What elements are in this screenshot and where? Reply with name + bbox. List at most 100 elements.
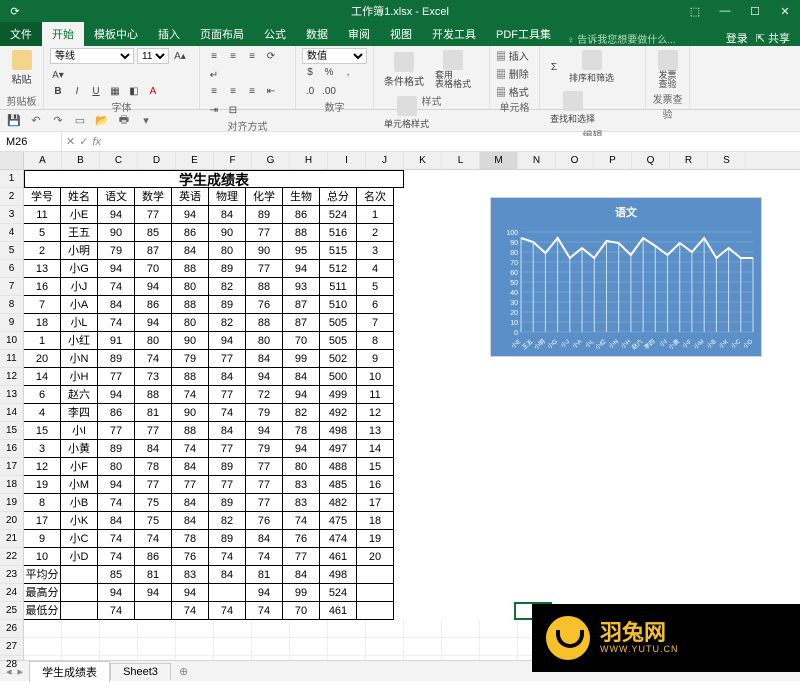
delete-cells-button[interactable]: ▦ 删除 [496,66,529,81]
svg-text:80: 80 [510,250,518,257]
tab-formulas[interactable]: 公式 [254,22,296,46]
underline-button[interactable]: U [88,83,104,99]
find-select-button[interactable]: 查找和选择 [546,89,599,127]
qat-redo-button[interactable]: ↷ [50,113,66,129]
ribbon-tabs: 文件 开始 模板中心 插入 页面布局 公式 数据 审阅 视图 开发工具 PDF工… [0,22,800,46]
group-clipboard-label: 剪贴板 [6,93,37,108]
svg-text:70: 70 [510,260,518,267]
qat-print-button[interactable]: 🖶 [116,113,132,129]
formula-input[interactable] [105,136,800,148]
select-all-corner[interactable] [0,152,23,170]
name-box[interactable]: M26 [0,132,62,151]
align-right-button[interactable]: ≡ [244,83,260,99]
format-cells-button[interactable]: ▦ 格式 [496,84,529,99]
row-headers[interactable]: 1234567891011121314151617181920212223242… [0,152,24,660]
add-sheet-button[interactable]: ⊕ [171,665,196,678]
autosum-button[interactable]: Σ [546,59,562,75]
sort-filter-button[interactable]: 排序和筛选 [565,48,618,86]
tell-me-input[interactable]: ♀ 告诉我您想要做什么... [561,31,682,46]
cancel-formula-icon[interactable]: ✕ [66,135,75,148]
align-left-button[interactable]: ≡ [206,83,222,99]
invoice-button[interactable]: 发票 查验 [652,48,683,91]
indent-inc-button[interactable]: ⇥ [206,102,222,118]
share-button[interactable]: ⇱ 共享 [756,30,790,46]
font-size-select[interactable]: 11 [137,48,169,64]
watermark-name: 羽兔网 [600,622,679,644]
conditional-format-button[interactable]: 条件格式 [380,50,428,90]
align-bottom-button[interactable]: ≡ [244,48,260,64]
qat-more-button[interactable]: ▾ [138,113,154,129]
indent-dec-button[interactable]: ⇤ [263,83,279,99]
svg-text:40: 40 [510,290,518,297]
italic-button[interactable]: I [69,83,85,99]
tab-view[interactable]: 视图 [380,22,422,46]
signin-link[interactable]: 登录 [726,30,748,46]
svg-text:小D: 小D [741,337,755,350]
currency-button[interactable]: $ [302,64,318,80]
wrap-text-button[interactable]: ↵ [206,67,222,83]
tab-template[interactable]: 模板中心 [84,22,148,46]
svg-text:50: 50 [510,280,518,287]
inc-decimal-button[interactable]: .0 [302,83,318,99]
svg-text:60: 60 [510,270,518,277]
border-button[interactable]: ▦ [107,83,123,99]
tab-data[interactable]: 数据 [296,22,338,46]
fill-color-button[interactable]: ◧ [126,83,142,99]
tab-insert[interactable]: 插入 [148,22,190,46]
autosave-icon: ⟳ [6,2,24,20]
embedded-chart[interactable]: 语文 0102030405060708090100小E王五小明小G小J小A小L小… [490,197,762,357]
svg-text:小F: 小F [681,337,694,350]
align-center-button[interactable]: ≡ [225,83,241,99]
svg-text:赵六: 赵六 [630,337,644,351]
chart-plot-area: 0102030405060708090100小E王五小明小G小J小A小L小红小N… [491,222,763,358]
svg-text:100: 100 [506,230,518,237]
svg-text:90: 90 [510,240,518,247]
tab-file[interactable]: 文件 [0,22,42,46]
qat-undo-button[interactable]: ↶ [28,113,44,129]
paste-button[interactable]: 粘贴 [6,48,37,88]
percent-button[interactable]: % [321,64,337,80]
tab-layout[interactable]: 页面布局 [190,22,254,46]
enter-formula-icon[interactable]: ✓ [79,135,88,148]
ribbon-options-button[interactable]: ⬚ [680,0,710,22]
number-format-select[interactable]: 数值 [302,48,367,64]
comma-button[interactable]: , [340,64,356,80]
merge-button[interactable]: ⊟ [225,102,241,118]
group-number-label: 数字 [302,99,367,114]
qat-save-button[interactable]: 💾 [6,113,22,129]
minimize-button[interactable]: — [710,0,740,22]
chart-title: 语文 [491,198,761,222]
title-bar: ⟳ 工作簿1.xlsx - Excel ⬚ — ☐ ✕ [0,0,800,22]
font-color-button[interactable]: A [145,83,161,99]
close-button[interactable]: ✕ [770,0,800,22]
qat-open-button[interactable]: 📂 [94,113,110,129]
sheet-nav-first[interactable]: ◂ [4,665,14,678]
svg-text:20: 20 [510,310,518,317]
sheet-nav-last[interactable]: ▸ [16,665,26,678]
column-headers[interactable]: ABCDEFGHIJKLMNOPQRS [24,152,800,170]
table-format-button[interactable]: 套用 表格格式 [431,48,475,91]
align-top-button[interactable]: ≡ [206,48,222,64]
formula-bar: M26 ✕ ✓ fx [0,132,800,152]
dec-decimal-button[interactable]: .00 [321,83,337,99]
orientation-button[interactable]: ⟳ [263,48,279,64]
svg-text:小M: 小M [692,337,706,350]
align-middle-button[interactable]: ≡ [225,48,241,64]
qat-new-button[interactable]: ▭ [72,113,88,129]
app-title: 工作簿1.xlsx - Excel [351,3,449,19]
insert-cells-button[interactable]: ▦ 插入 [496,48,529,63]
sheet-tab-1[interactable]: Sheet3 [110,663,171,680]
fx-icon[interactable]: fx [92,136,101,148]
bold-button[interactable]: B [50,83,66,99]
maximize-button[interactable]: ☐ [740,0,770,22]
font-name-select[interactable]: 等线 [50,48,134,64]
tab-home[interactable]: 开始 [42,22,84,46]
tab-developer[interactable]: 开发工具 [422,22,486,46]
tab-pdf[interactable]: PDF工具集 [486,22,561,46]
increase-font-button[interactable]: A▴ [172,48,188,64]
spreadsheet-grid[interactable]: 1234567891011121314151617181920212223242… [0,152,800,660]
decrease-font-button[interactable]: A▾ [50,67,66,83]
svg-text:小黄: 小黄 [667,337,681,351]
tab-review[interactable]: 审阅 [338,22,380,46]
sheet-tab-active[interactable]: 学生成绩表 [29,661,110,682]
